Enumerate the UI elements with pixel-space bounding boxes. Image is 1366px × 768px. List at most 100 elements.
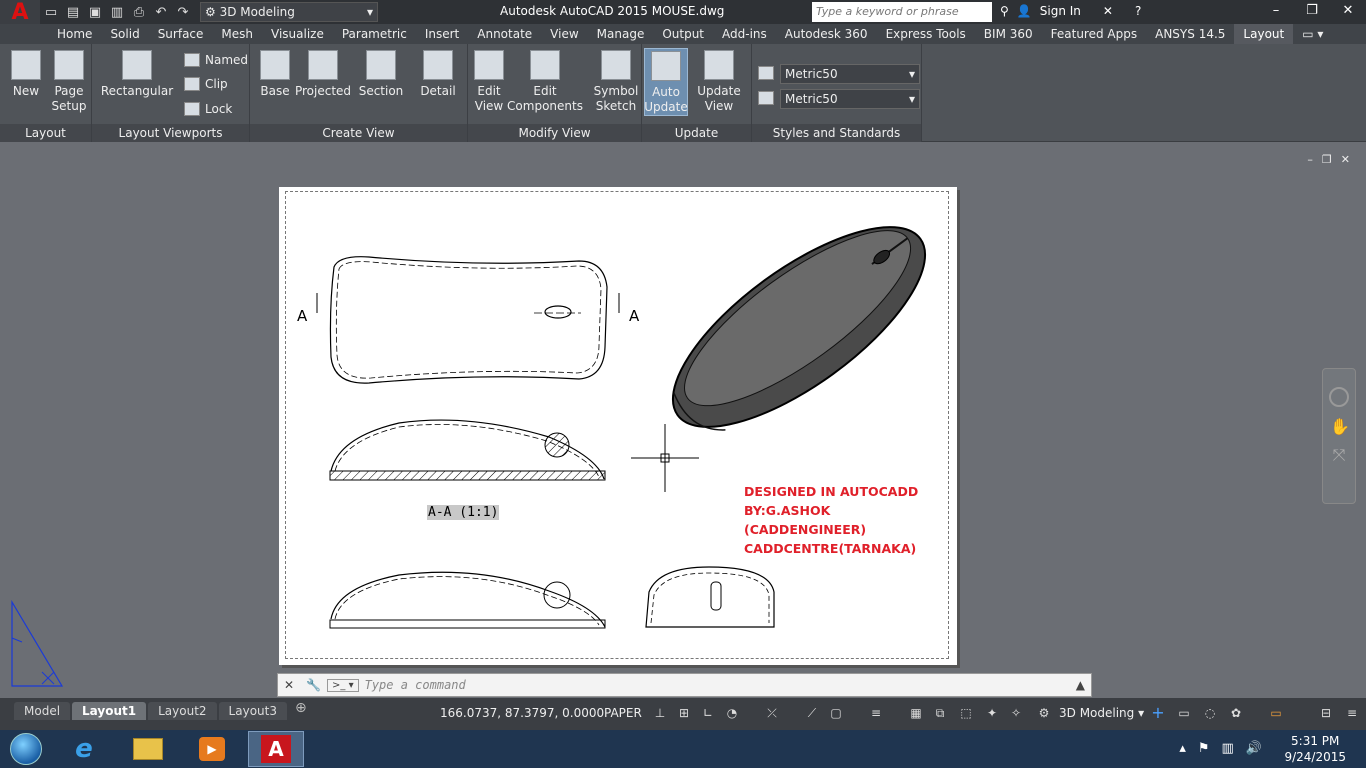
clip-button[interactable]: Clip xyxy=(184,77,228,91)
tab-view[interactable]: View xyxy=(541,24,587,44)
model-space-icon[interactable]: ⬚ xyxy=(958,706,974,720)
start-button[interactable] xyxy=(4,730,48,768)
workspace-select[interactable]: ⚙ 3D Modeling ▾ xyxy=(200,2,378,22)
flag-icon[interactable]: ⚑ xyxy=(1198,741,1210,756)
tab-output[interactable]: Output xyxy=(653,24,713,44)
command-input[interactable]: Type a command xyxy=(359,678,1070,692)
command-prompt-icon[interactable]: >_ ▾ xyxy=(327,678,359,692)
polar-tracking-icon[interactable]: ◔ xyxy=(724,706,740,720)
paper-space-toggle[interactable]: PAPER xyxy=(604,706,642,720)
ortho-icon[interactable]: ∟ xyxy=(700,706,716,720)
tab-featured-apps[interactable]: Featured Apps xyxy=(1042,24,1146,44)
clock[interactable]: 5:31 PM 9/24/2015 xyxy=(1284,733,1346,765)
chevron-up-icon[interactable]: ▴ xyxy=(1179,741,1186,756)
minimize-icon[interactable]: – xyxy=(1258,0,1294,20)
restore-icon[interactable]: ❐ xyxy=(1322,153,1332,166)
network-icon[interactable]: ▥ xyxy=(1222,741,1234,756)
close-icon[interactable]: ✕ xyxy=(1330,0,1366,20)
hardware-acceleration-icon[interactable]: ✿ xyxy=(1228,706,1244,720)
annotation-scale-icon[interactable]: ✦ xyxy=(984,706,1000,720)
print-icon[interactable]: ⎙ xyxy=(128,2,150,22)
detail-view-button[interactable]: Detail xyxy=(418,50,458,99)
sign-in-button[interactable]: ⚲ 👤 Sign In ✕ ? xyxy=(1000,4,1141,18)
steering-wheel-icon[interactable] xyxy=(1329,387,1349,407)
layout-tab-layout3[interactable]: Layout3 xyxy=(218,702,287,720)
customization-icon[interactable]: ⊟ xyxy=(1318,706,1334,720)
restore-icon[interactable]: ❐ xyxy=(1294,0,1330,20)
clean-screen-icon[interactable]: ▭ xyxy=(1268,706,1284,720)
section-style-select[interactable]: Metric50 ▾ xyxy=(780,64,920,84)
tab-options-icon[interactable]: ▭ ▾ xyxy=(1293,24,1332,44)
layout-tab-layout2[interactable]: Layout2 xyxy=(148,702,217,720)
tab-visualize[interactable]: Visualize xyxy=(262,24,333,44)
quick-properties-icon[interactable]: ⧉ xyxy=(932,706,948,720)
open-file-icon[interactable]: ▤ xyxy=(62,2,84,22)
plus-icon[interactable]: + xyxy=(1150,705,1166,721)
layout-tab-layout1[interactable]: Layout1 xyxy=(72,702,147,720)
isolate-objects-icon[interactable]: ◌ xyxy=(1202,706,1218,720)
tab-add-ins[interactable]: Add-ins xyxy=(713,24,776,44)
internet-explorer-icon[interactable]: e xyxy=(56,731,112,767)
workspace-status[interactable]: 3D Modeling ▾ xyxy=(1059,706,1144,720)
tab-annotate[interactable]: Annotate xyxy=(468,24,541,44)
projected-view-button[interactable]: Projected xyxy=(295,50,351,99)
redo-icon[interactable]: ↷ xyxy=(172,2,194,22)
tab-autodesk-360[interactable]: Autodesk 360 xyxy=(776,24,877,44)
page-setup-button[interactable]: Page Setup xyxy=(52,50,86,114)
pan-hand-icon[interactable]: ✋ xyxy=(1330,417,1350,437)
tab-manage[interactable]: Manage xyxy=(588,24,654,44)
edit-view-button[interactable]: Edit View xyxy=(474,50,504,114)
autocad-taskbar-icon[interactable]: A xyxy=(248,731,304,767)
tab-mesh[interactable]: Mesh xyxy=(212,24,262,44)
object-snap-icon[interactable]: ⤫ xyxy=(764,706,780,720)
coordinates-readout[interactable]: 166.0737, 87.3797, 0.0000 xyxy=(440,706,604,720)
add-layout-icon[interactable]: ⊕ xyxy=(295,700,307,716)
snap-grid-icon[interactable]: ⊥ xyxy=(652,706,668,720)
lineweight-icon[interactable]: ≡ xyxy=(868,706,884,720)
tab-parametric[interactable]: Parametric xyxy=(333,24,416,44)
chevron-up-icon[interactable]: ▲ xyxy=(1070,678,1091,692)
edit-components-button[interactable]: Edit Components xyxy=(507,50,583,114)
section-view-button[interactable]: Section xyxy=(358,50,404,99)
layout-paper[interactable]: A A A-A (1:1) DESIGNED IN AUTOCADD BY:G.… xyxy=(279,187,957,665)
layout-panel-title[interactable]: Layout xyxy=(0,124,91,142)
base-view-button[interactable]: Base xyxy=(258,50,292,99)
lock-button[interactable]: Lock xyxy=(184,102,232,116)
annotation-visibility-icon[interactable]: ✧ xyxy=(1008,706,1024,720)
minimize-icon[interactable]: – xyxy=(1307,153,1313,166)
tab-home[interactable]: Home xyxy=(48,24,101,44)
tab-layout[interactable]: Layout xyxy=(1234,24,1294,44)
symbol-sketch-button[interactable]: Symbol Sketch xyxy=(594,50,638,114)
transparency-icon[interactable]: ▦ xyxy=(908,706,924,720)
exchange-icon[interactable]: ✕ xyxy=(1103,4,1113,18)
save-icon[interactable]: ▣ xyxy=(84,2,106,22)
rectangular-button[interactable]: Rectangular xyxy=(101,50,173,99)
tab-ansys-14-5[interactable]: ANSYS 14.5 xyxy=(1146,24,1234,44)
media-player-icon[interactable]: ▶ xyxy=(184,731,240,767)
new-file-icon[interactable]: ▭ xyxy=(40,2,62,22)
update-view-button[interactable]: Update View xyxy=(696,50,742,114)
close-icon[interactable]: ✕ xyxy=(1341,153,1350,166)
search-input[interactable]: Type a keyword or phrase xyxy=(812,2,992,22)
tab-surface[interactable]: Surface xyxy=(149,24,213,44)
close-icon[interactable]: ✕ xyxy=(278,678,300,692)
auto-update-button[interactable]: Auto Update xyxy=(644,48,688,116)
detail-style-select[interactable]: Metric50 ▾ xyxy=(780,89,920,109)
menu-icon[interactable]: ≡ xyxy=(1344,706,1360,720)
tab-express-tools[interactable]: Express Tools xyxy=(877,24,975,44)
named-button[interactable]: Named xyxy=(184,53,248,67)
save-as-icon[interactable]: ▥ xyxy=(106,2,128,22)
file-explorer-icon[interactable] xyxy=(120,731,176,767)
layout-tab-model[interactable]: Model xyxy=(14,702,71,720)
volume-icon[interactable]: 🔊 xyxy=(1246,741,1262,756)
help-icon[interactable]: ? xyxy=(1135,4,1141,18)
undo-icon[interactable]: ↶ xyxy=(150,2,172,22)
dynamic-ucs-icon[interactable]: ⟋ xyxy=(804,706,820,720)
tab-solid[interactable]: Solid xyxy=(101,24,148,44)
gear-icon[interactable]: ⚙ xyxy=(1036,706,1052,720)
new-layout-button[interactable]: New xyxy=(10,50,42,99)
drawing-canvas[interactable]: – ❐ ✕ A A A-A (1:1) DESIGNED IN AUTOCADD… xyxy=(0,143,1366,698)
tab-insert[interactable]: Insert xyxy=(416,24,468,44)
tab-bim-360[interactable]: BIM 360 xyxy=(975,24,1042,44)
selection-cycling-icon[interactable]: ▢ xyxy=(828,706,844,720)
